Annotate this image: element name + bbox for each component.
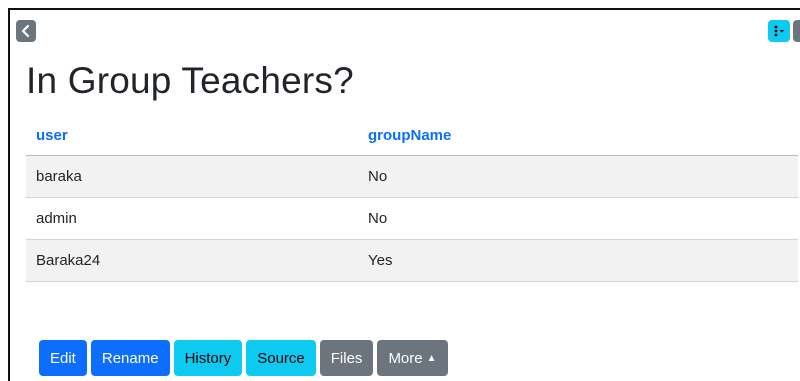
page-actions-toolbar: Edit Rename History Source Files More ▲ xyxy=(39,340,448,376)
table-row: baraka No xyxy=(26,155,798,198)
more-button-label: More xyxy=(388,349,423,367)
window-top-margin xyxy=(0,0,800,8)
table-row: Baraka24 Yes xyxy=(26,239,798,282)
results-table: user groupName baraka No admin No Baraka… xyxy=(26,116,798,282)
source-button[interactable]: Source xyxy=(246,340,316,376)
caret-up-icon: ▲ xyxy=(426,352,437,364)
history-button[interactable]: History xyxy=(173,340,243,376)
cell-user: admin xyxy=(26,197,358,240)
rename-button[interactable]: Rename xyxy=(90,340,170,376)
cell-user: baraka xyxy=(26,155,358,198)
cell-user: Baraka24 xyxy=(26,239,358,282)
kebab-menu-icon xyxy=(774,25,784,37)
cell-groupname: No xyxy=(358,197,798,240)
cell-groupname: No xyxy=(358,155,798,198)
column-header-groupname[interactable]: groupName xyxy=(358,116,798,156)
cell-groupname: Yes xyxy=(358,239,798,282)
next-button[interactable] xyxy=(793,20,800,42)
page-menu-button[interactable] xyxy=(768,20,790,42)
back-button[interactable] xyxy=(16,20,36,42)
table-row: admin No xyxy=(26,197,798,240)
table-header-row: user groupName xyxy=(26,116,798,156)
files-button[interactable]: Files xyxy=(319,340,374,376)
chevron-left-icon xyxy=(21,25,30,37)
edit-button[interactable]: Edit xyxy=(39,340,87,376)
page-title: In Group Teachers? xyxy=(26,60,354,101)
column-header-user[interactable]: user xyxy=(26,116,358,156)
more-dropdown-button[interactable]: More ▲ xyxy=(377,340,448,376)
